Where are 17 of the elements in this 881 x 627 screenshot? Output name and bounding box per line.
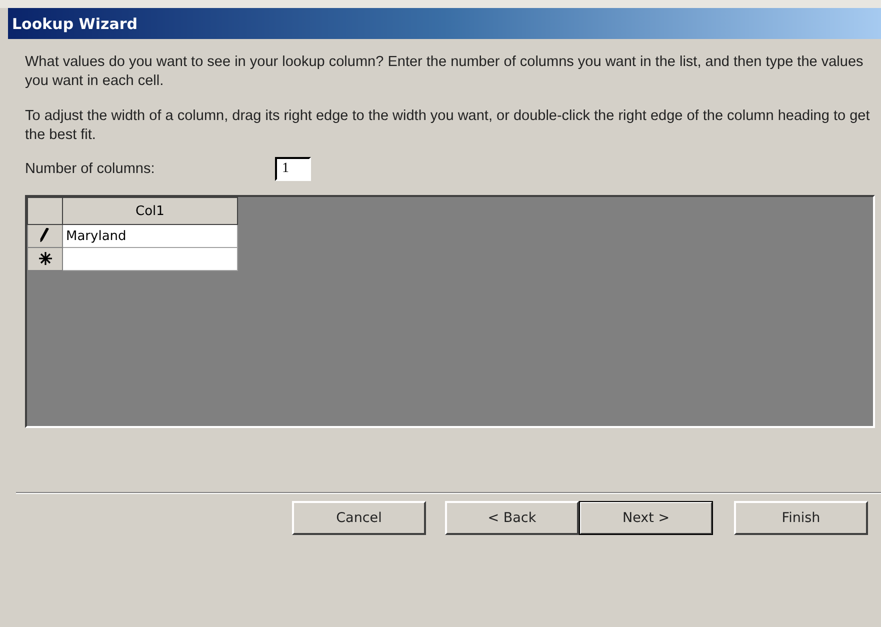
- column-header[interactable]: Col1: [62, 198, 238, 224]
- pencil-icon: [40, 228, 50, 242]
- hint-text: To adjust the width of a column, drag its right edge to the width you want, or double-click the right edge of the column heading to get the best fit.: [25, 107, 871, 145]
- wizard-button[interactable]: Cancel: [292, 501, 426, 535]
- grid-cell[interactable]: Maryland: [62, 224, 238, 248]
- asterisk-icon: [38, 252, 52, 264]
- wizard-button[interactable]: Finish: [734, 501, 868, 535]
- columns-label: Number of columns:: [25, 161, 156, 177]
- grid-cell[interactable]: [62, 248, 238, 270]
- row-selector[interactable]: [28, 248, 62, 270]
- columns-input[interactable]: 1: [275, 157, 311, 181]
- corner-cell: [28, 198, 62, 224]
- window-title: Lookup Wizard: [11, 14, 138, 32]
- wizard-button[interactable]: < Back: [445, 501, 579, 535]
- row-selector[interactable]: [28, 224, 62, 248]
- instructions-text: What values do you want to see in your lookup column? Enter the number of columns you want in the list, and then type the values you want in each cell.: [25, 53, 864, 91]
- wizard-button[interactable]: Next >: [579, 501, 713, 535]
